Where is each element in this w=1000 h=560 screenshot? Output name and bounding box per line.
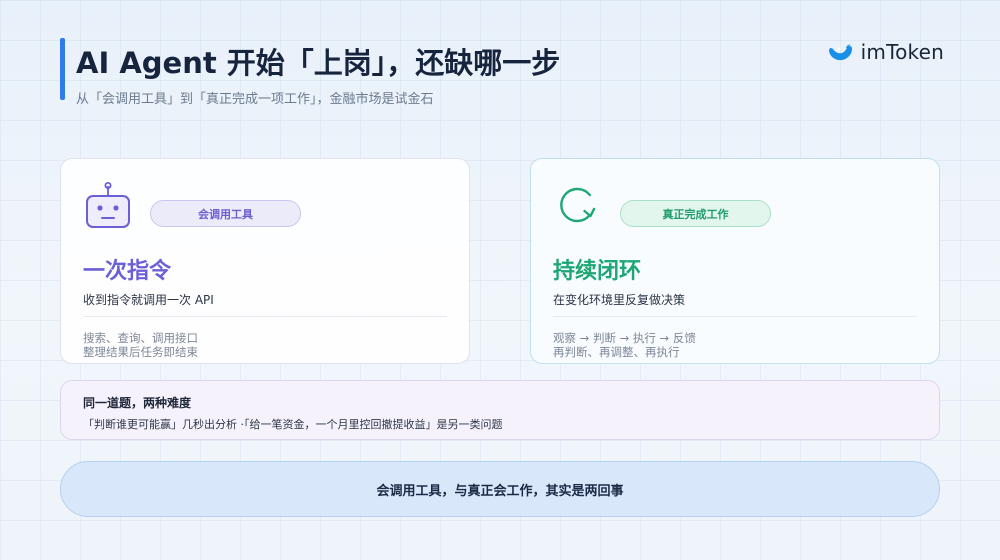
detail-line: 观察 → 判断 → 执行 → 反馈 bbox=[553, 331, 696, 345]
card-description: 收到指令就调用一次 API bbox=[83, 293, 214, 307]
card-title: 持续闭环 bbox=[553, 259, 642, 284]
note-title: 同一道题，两种难度 bbox=[83, 396, 192, 410]
comparison-note: 同一道题，两种难度 「判断谁更可能赢」几秒出分析 ·「给一笔资金，一个月里控回撤… bbox=[60, 380, 940, 440]
card-description: 在变化环境里反复做决策 bbox=[553, 293, 686, 307]
imtoken-logo-icon bbox=[828, 44, 852, 61]
loop-arrow-icon bbox=[560, 187, 596, 223]
tag-tool-use: 会调用工具 bbox=[150, 200, 301, 227]
card-tool-use: 会调用工具 一次指令 收到指令就调用一次 API 搜索、查询、调用接口 整理结果… bbox=[60, 158, 470, 364]
card-title: 一次指令 bbox=[83, 259, 172, 284]
banner-text: 会调用工具，与真正会工作，其实是两回事 bbox=[376, 483, 624, 499]
title-accent-bar bbox=[60, 38, 65, 100]
detail-line: 再判断、再调整、再执行 bbox=[553, 345, 680, 359]
detail-line: 整理结果后任务即结束 bbox=[83, 345, 198, 359]
divider bbox=[83, 316, 447, 317]
robot-icon bbox=[86, 182, 130, 228]
page-title: AI Agent 开始「上岗」，还缺哪一步 bbox=[76, 46, 561, 80]
card-detail: 搜索、查询、调用接口 整理结果后任务即结束 bbox=[83, 331, 198, 359]
detail-line: 搜索、查询、调用接口 bbox=[83, 331, 198, 345]
tag-real-work: 真正完成工作 bbox=[620, 200, 771, 227]
brand-logo: imToken bbox=[827, 40, 944, 64]
conclusion-banner: 会调用工具，与真正会工作，其实是两回事 bbox=[60, 461, 940, 517]
slide: AI Agent 开始「上岗」，还缺哪一步 从「会调用工具」到「真正完成一项工作… bbox=[0, 0, 1000, 560]
card-detail: 观察 → 判断 → 执行 → 反馈 再判断、再调整、再执行 bbox=[553, 331, 696, 359]
logo-text: imToken bbox=[860, 40, 944, 64]
page-subtitle: 从「会调用工具」到「真正完成一项工作」，金融市场是试金石 bbox=[76, 92, 434, 107]
card-real-work: 真正完成工作 持续闭环 在变化环境里反复做决策 观察 → 判断 → 执行 → 反… bbox=[530, 158, 940, 364]
note-text: 「判断谁更可能赢」几秒出分析 ·「给一笔资金，一个月里控回撤提收益」是另一类问题 bbox=[83, 418, 503, 431]
divider bbox=[553, 316, 917, 317]
